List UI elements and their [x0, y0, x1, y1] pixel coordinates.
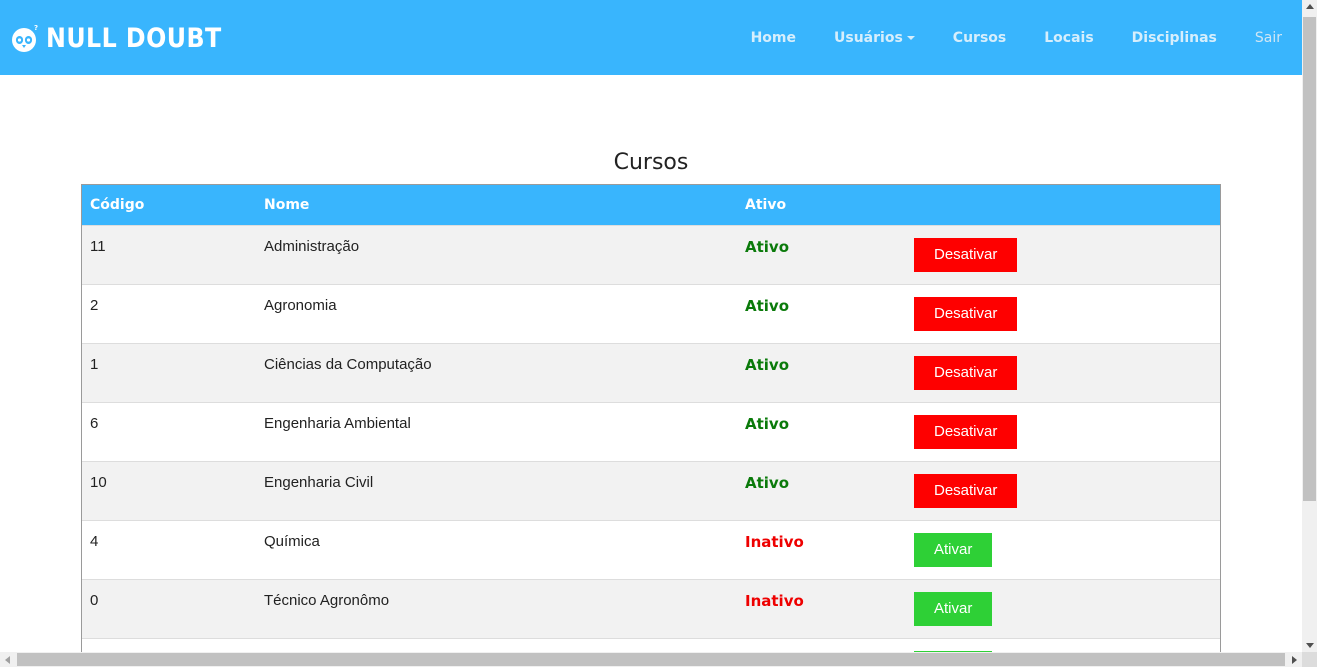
- scroll-up-arrow-icon[interactable]: [1306, 4, 1314, 9]
- header-nome: Nome: [256, 184, 737, 226]
- cell-codigo: 2: [90, 297, 99, 314]
- header-codigo: Código: [82, 184, 256, 226]
- deactivate-button[interactable]: Desativar: [914, 297, 1018, 331]
- cell-nome: Técnico Agronômo: [264, 592, 390, 609]
- cell-codigo: 10: [90, 474, 107, 491]
- cell-action: Ativar: [906, 639, 1220, 652]
- vertical-scroll-thumb[interactable]: [1303, 17, 1316, 501]
- svg-text:?: ?: [34, 24, 38, 32]
- courses-table: Código Nome Ativo 11 Administração Ativo…: [82, 184, 1220, 653]
- cell-codigo: 6: [90, 415, 99, 432]
- table-row: Ativar: [82, 638, 1220, 653]
- nav-usuarios-dropdown[interactable]: Usuários: [834, 30, 915, 46]
- activate-button[interactable]: Ativar: [914, 592, 993, 626]
- nav-links: Home Usuários Cursos Locais Disciplinas …: [713, 0, 1282, 75]
- deactivate-button[interactable]: Desativar: [914, 356, 1018, 390]
- page-title: Cursos: [613, 150, 689, 175]
- cell-nome: Engenharia Ambiental: [264, 415, 411, 432]
- cell-action: Ativar: [906, 580, 1220, 639]
- scroll-left-arrow-icon[interactable]: [5, 656, 10, 664]
- cell-nome: Química: [264, 533, 320, 550]
- scroll-right-arrow-icon[interactable]: [1292, 656, 1297, 664]
- cell-action: Desativar: [906, 462, 1220, 521]
- nav-usuarios-label: Usuários: [834, 29, 903, 46]
- nav-disciplinas[interactable]: Disciplinas: [1132, 30, 1217, 46]
- nav-home[interactable]: Home: [751, 30, 796, 46]
- cell-nome: Administração: [264, 238, 360, 255]
- cell-nome: Agronomia: [264, 297, 337, 314]
- cell-status: Ativo: [745, 297, 790, 315]
- cell-codigo: 0: [90, 592, 99, 609]
- vertical-scrollbar[interactable]: [1302, 0, 1317, 652]
- cell-status: Inativo: [745, 592, 804, 610]
- horizontal-scrollbar[interactable]: [0, 652, 1302, 667]
- cell-action: Ativar: [906, 521, 1220, 580]
- table-row: 1 Ciências da Computação Ativo Desativar: [82, 343, 1220, 403]
- caret-down-icon: [906, 35, 915, 40]
- cell-codigo: 11: [90, 238, 106, 255]
- cell-codigo: 4: [90, 533, 99, 550]
- scroll-down-arrow-icon[interactable]: [1306, 643, 1314, 648]
- nav-locais[interactable]: Locais: [1044, 30, 1093, 46]
- table-body: 11 Administração Ativo Desativar 2 Agron…: [82, 225, 1220, 653]
- table-row: 4 Química Inativo Ativar: [82, 520, 1220, 580]
- table-row: 2 Agronomia Ativo Desativar: [82, 284, 1220, 344]
- cell-status: Inativo: [745, 533, 804, 551]
- nav-sair[interactable]: Sair: [1255, 30, 1282, 46]
- cell-nome: Ciências da Computação: [264, 356, 432, 373]
- table-row: 0 Técnico Agronômo Inativo Ativar: [82, 579, 1220, 639]
- table-row: 10 Engenharia Civil Ativo Desativar: [82, 461, 1220, 521]
- cell-action: Desativar: [906, 226, 1220, 285]
- brand-name: NULL DOUBT: [46, 22, 222, 54]
- cell-nome: Engenharia Civil: [264, 474, 374, 491]
- cell-status: Ativo: [745, 415, 790, 433]
- cell-status: Ativo: [745, 474, 790, 492]
- activate-button[interactable]: Ativar: [914, 533, 993, 567]
- courses-table-container: Código Nome Ativo 11 Administração Ativo…: [81, 184, 1221, 652]
- table-row: 6 Engenharia Ambiental Ativo Desativar: [82, 402, 1220, 462]
- cell-codigo: [82, 639, 256, 653]
- penguin-logo-icon: ?: [10, 23, 40, 53]
- cell-action: Desativar: [906, 344, 1220, 403]
- horizontal-scroll-thumb[interactable]: [17, 653, 1285, 666]
- deactivate-button[interactable]: Desativar: [914, 474, 1018, 508]
- table-header-row: Código Nome Ativo: [82, 184, 1220, 226]
- deactivate-button[interactable]: Desativar: [914, 415, 1018, 449]
- cell-action: Desativar: [906, 285, 1220, 344]
- table-row: 11 Administração Ativo Desativar: [82, 225, 1220, 285]
- cell-status: Ativo: [745, 238, 790, 256]
- scrollbar-corner: [1302, 652, 1317, 667]
- top-navbar: ? NULL DOUBT Home Usuários Cursos Locais…: [0, 0, 1302, 75]
- cell-status: [737, 639, 906, 653]
- cell-nome: [256, 639, 737, 653]
- cell-action: Desativar: [906, 403, 1220, 462]
- cell-codigo: 1: [90, 356, 99, 373]
- deactivate-button[interactable]: Desativar: [914, 238, 1018, 272]
- header-actions: [906, 184, 1220, 226]
- nav-cursos[interactable]: Cursos: [953, 30, 1006, 46]
- brand-logo[interactable]: ? NULL DOUBT: [10, 20, 246, 56]
- cell-status: Ativo: [745, 356, 790, 374]
- header-ativo: Ativo: [737, 184, 906, 226]
